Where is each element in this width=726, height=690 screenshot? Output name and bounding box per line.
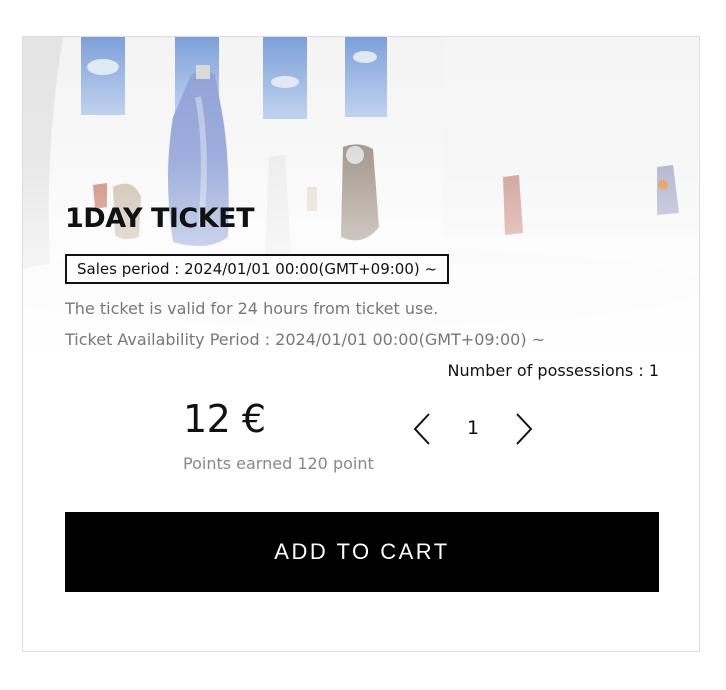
chevron-right-icon xyxy=(516,413,533,445)
quantity-increase-button[interactable] xyxy=(511,411,535,447)
sales-period-badge: Sales period : 2024/01/01 00:00(GMT+09:0… xyxy=(65,254,450,284)
ticket-title: 1DAY TICKET xyxy=(65,203,255,234)
availability-period: Ticket Availability Period : 2024/01/01 … xyxy=(65,330,546,349)
quantity-value: 1 xyxy=(466,417,480,439)
points-earned: Points earned 120 point xyxy=(183,454,374,473)
ticket-price: 12 € xyxy=(183,397,266,441)
chevron-left-icon xyxy=(413,413,430,445)
add-to-cart-button[interactable]: ADD TO CART xyxy=(65,512,659,592)
ticket-card: 1DAY TICKET Sales period : 2024/01/01 00… xyxy=(22,36,700,652)
possessions-count: Number of possessions : 1 xyxy=(447,361,659,380)
ticket-content: 1DAY TICKET Sales period : 2024/01/01 00… xyxy=(23,37,699,651)
quantity-decrease-button[interactable] xyxy=(411,411,435,447)
ticket-description: The ticket is valid for 24 hours from ti… xyxy=(65,299,439,318)
